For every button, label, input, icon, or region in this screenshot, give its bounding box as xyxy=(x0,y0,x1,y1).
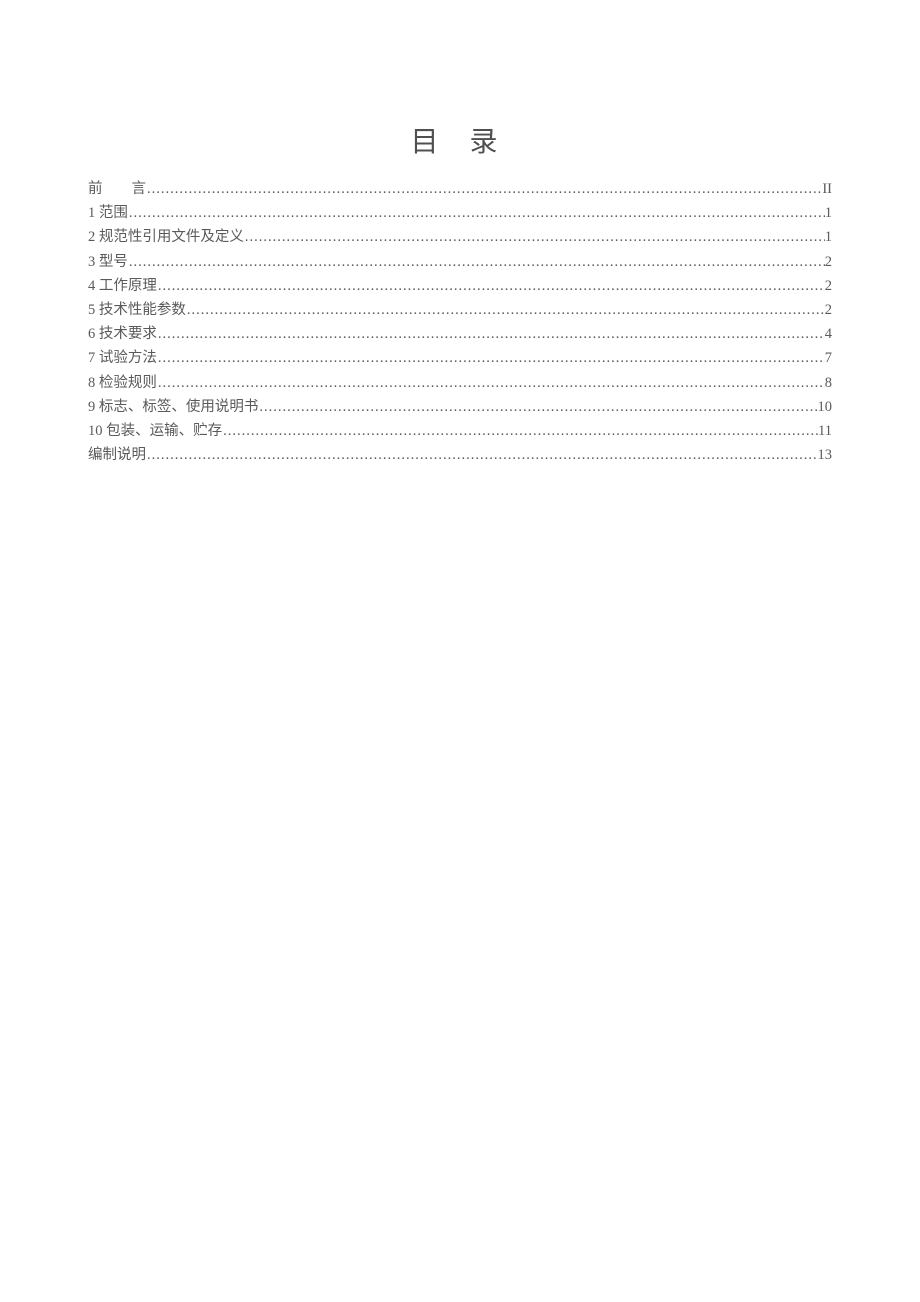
toc-title: 目 录 xyxy=(88,120,832,160)
toc-entry: 3 型号 2 xyxy=(88,251,832,274)
toc-page: 13 xyxy=(818,444,833,467)
toc-label: 1 范围 xyxy=(88,202,128,225)
toc-label: 5 技术性能参数 xyxy=(88,299,186,322)
toc-page: 4 xyxy=(825,323,832,346)
toc-label: 编制说明 xyxy=(88,444,146,467)
toc-dots xyxy=(157,347,825,370)
toc-entry: 4 工作原理 2 xyxy=(88,275,832,298)
toc-dots xyxy=(186,299,825,322)
toc-label: 4 工作原理 xyxy=(88,275,157,298)
toc-page: 1 xyxy=(825,226,832,249)
toc-label: 9 标志、标签、使用说明书 xyxy=(88,396,258,419)
toc-entry: 5 技术性能参数 2 xyxy=(88,299,832,322)
toc-dots xyxy=(128,251,825,274)
toc-label: 8 检验规则 xyxy=(88,372,157,395)
toc-label: 7 试验方法 xyxy=(88,347,157,370)
toc-dots xyxy=(128,202,825,225)
toc-dots xyxy=(157,372,825,395)
toc-entry: 9 标志、标签、使用说明书 10 xyxy=(88,396,832,419)
toc-entry: 7 试验方法 7 xyxy=(88,347,832,370)
toc-list: 前 言 II 1 范围 1 2 规范性引用文件及定义 1 3 型号 2 4 工作… xyxy=(88,178,832,467)
toc-label: 前 言 xyxy=(88,178,146,201)
toc-page: 1 xyxy=(825,202,832,225)
toc-page: 7 xyxy=(825,347,832,370)
toc-dots xyxy=(222,420,818,443)
toc-entry: 前 言 II xyxy=(88,178,832,201)
toc-page: 2 xyxy=(825,251,832,274)
toc-dots xyxy=(258,396,817,419)
toc-page: 10 xyxy=(818,396,833,419)
toc-label: 3 型号 xyxy=(88,251,128,274)
toc-dots xyxy=(146,444,818,467)
toc-entry: 1 范围 1 xyxy=(88,202,832,225)
toc-entry: 8 检验规则 8 xyxy=(88,372,832,395)
toc-dots xyxy=(146,178,822,201)
toc-page: 11 xyxy=(818,420,832,443)
toc-label: 10 包装、运输、贮存 xyxy=(88,420,222,443)
toc-entry: 6 技术要求 4 xyxy=(88,323,832,346)
toc-page: 2 xyxy=(825,275,832,298)
toc-entry: 2 规范性引用文件及定义 1 xyxy=(88,226,832,249)
toc-dots xyxy=(157,323,825,346)
toc-page: 2 xyxy=(825,299,832,322)
toc-dots xyxy=(244,226,825,249)
toc-page: II xyxy=(822,178,832,201)
toc-page: 8 xyxy=(825,372,832,395)
toc-dots xyxy=(157,275,825,298)
toc-entry: 编制说明 13 xyxy=(88,444,832,467)
toc-label: 2 规范性引用文件及定义 xyxy=(88,226,244,249)
toc-label: 6 技术要求 xyxy=(88,323,157,346)
toc-entry: 10 包装、运输、贮存 11 xyxy=(88,420,832,443)
